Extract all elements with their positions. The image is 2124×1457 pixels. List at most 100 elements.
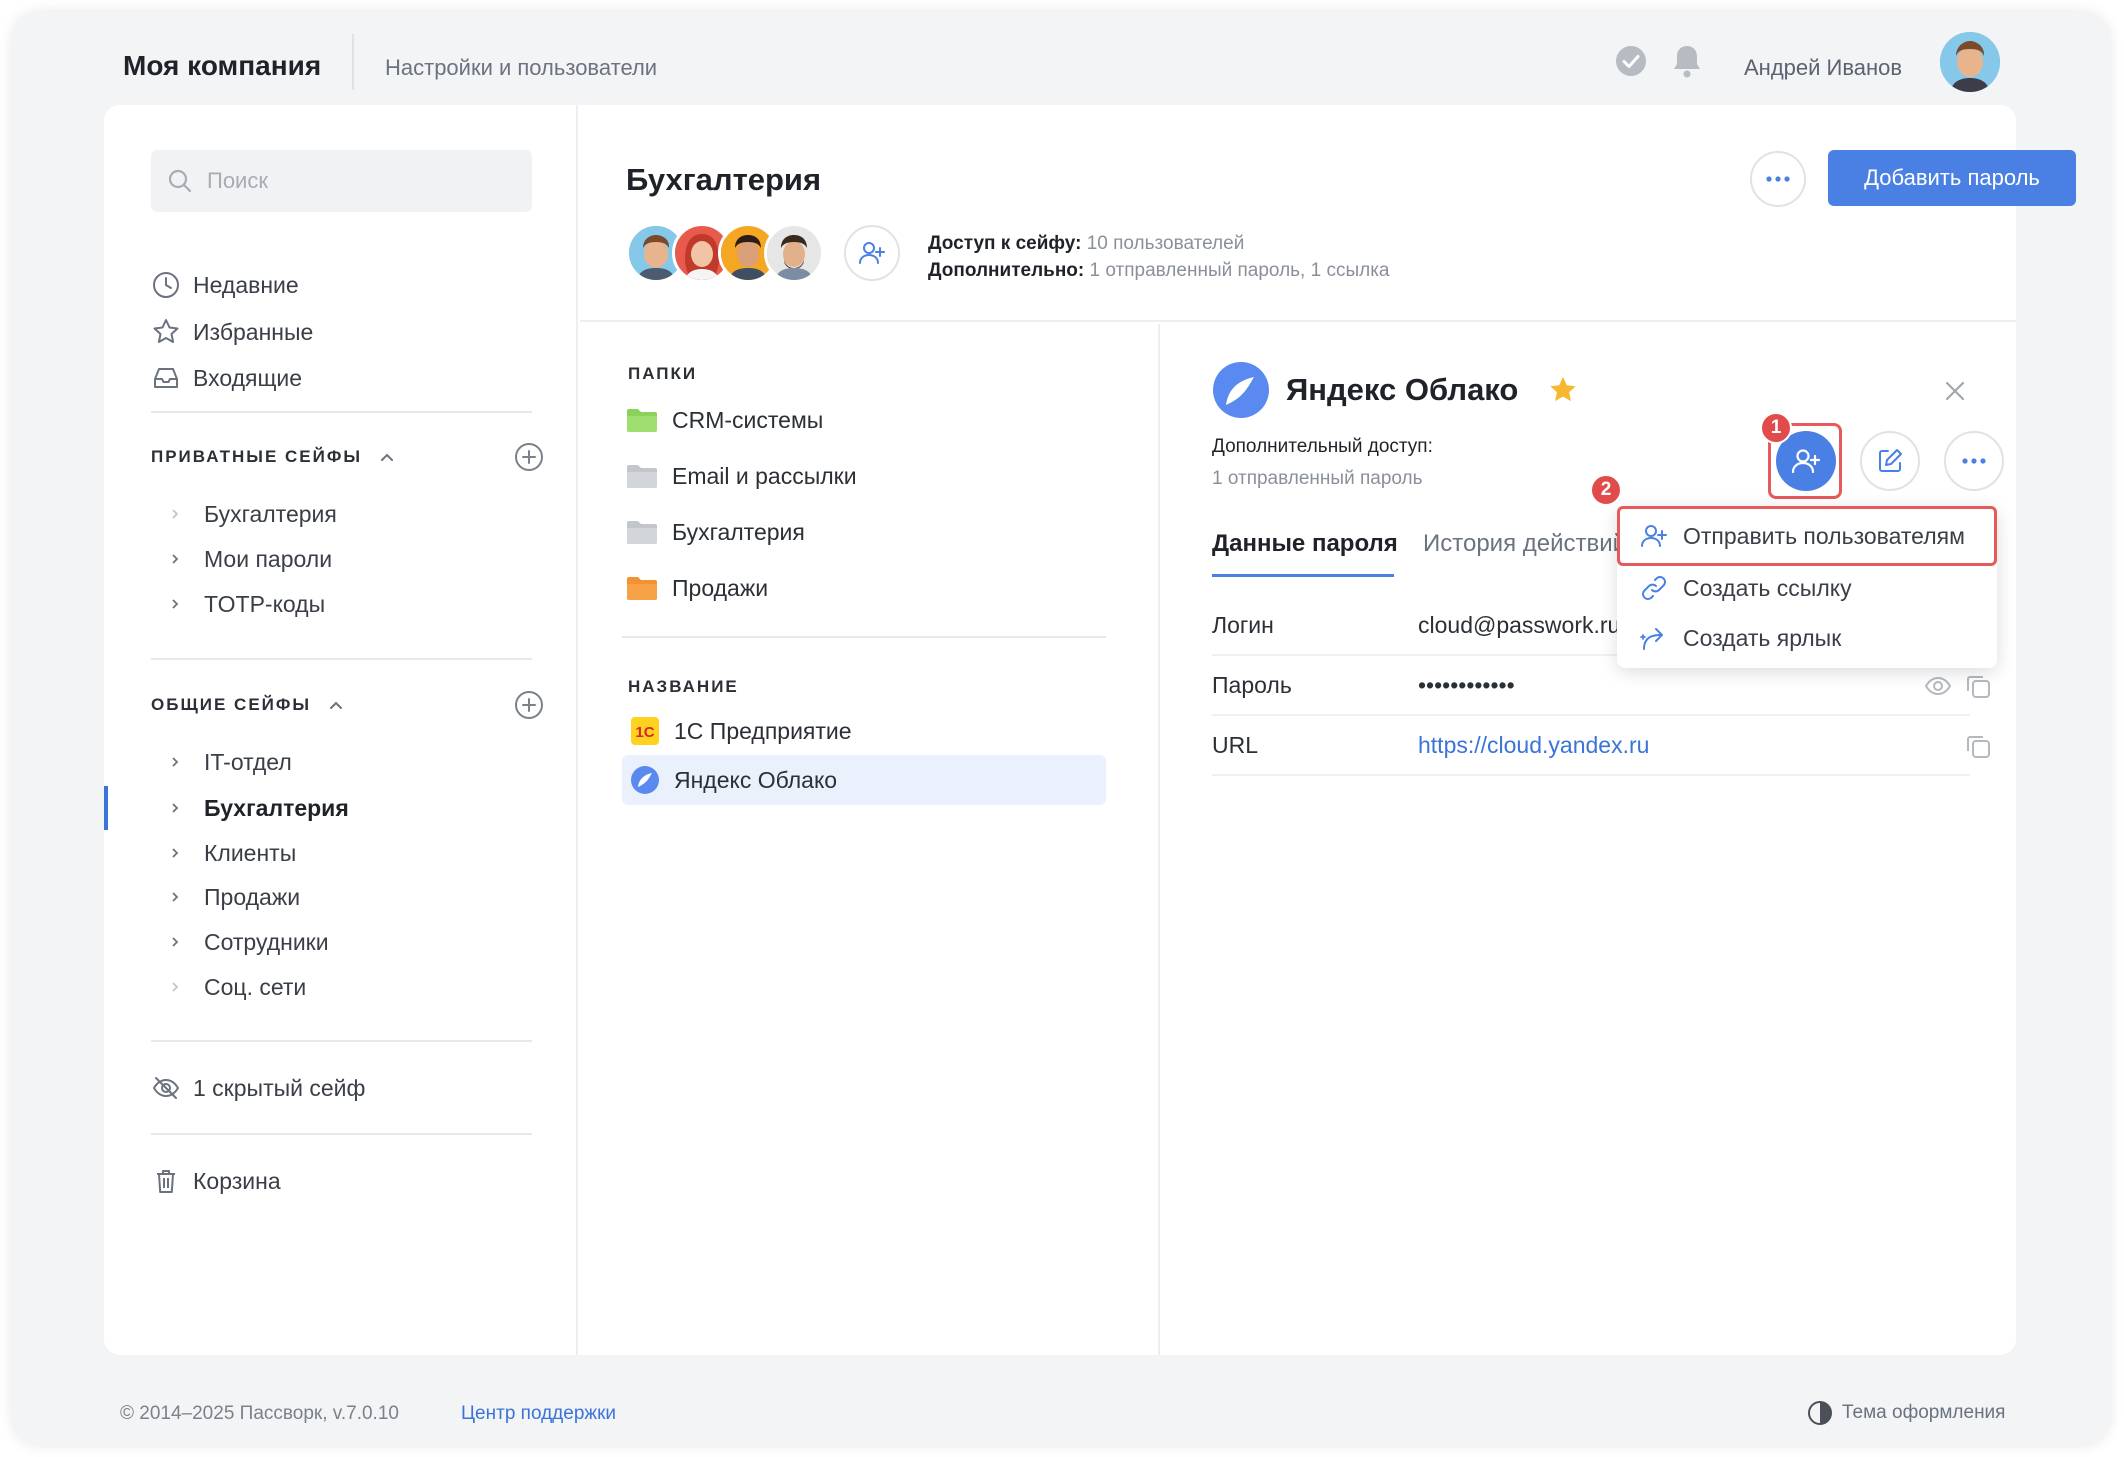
folder-item[interactable]: Продажи (626, 568, 768, 608)
menu-item-create-link[interactable]: Создать ссылку (1617, 562, 1997, 614)
hidden-vaults-item[interactable]: 1 скрытый сейф (151, 1068, 365, 1108)
add-member-button[interactable] (844, 225, 900, 281)
tab-underline (1212, 574, 1394, 577)
member-avatar (764, 223, 824, 283)
main-card: Недавние Избранные Входящие ПРИВАТНЫЕ СЕ… (104, 105, 2076, 1355)
chevron-right-icon (172, 848, 179, 858)
user-plus-icon (1641, 525, 1667, 547)
nav-recent[interactable]: Недавние (151, 265, 299, 305)
password-entry[interactable]: 1C 1С Предприятие (622, 706, 1106, 756)
eye-icon[interactable] (1924, 672, 1952, 700)
chevron-right-icon (172, 803, 179, 813)
private-vault-item[interactable]: Мои пароли (168, 539, 332, 579)
chevron-up-icon (381, 453, 393, 461)
edit-icon (1879, 449, 1902, 472)
shared-vault-item[interactable]: Продажи (168, 877, 300, 917)
shared-vault-item[interactable]: Соц. сети (168, 967, 306, 1007)
check-circle-icon[interactable] (1614, 44, 1648, 78)
private-vault-label: TOTP-коды (204, 590, 326, 617)
field-value[interactable]: •••••••••••• (1418, 672, 1515, 699)
add-password-button[interactable]: Добавить пароль (1828, 150, 2076, 206)
nav-favorites[interactable]: Избранные (151, 312, 313, 352)
step-badge: 1 (1760, 412, 1792, 444)
vault-access-value: 10 пользователей (1086, 233, 1245, 254)
folder-icon (627, 465, 657, 488)
avatar-image (1940, 32, 2000, 92)
theme-label: Тема оформления (1842, 1402, 2006, 1423)
private-vaults-title: ПРИВАТНЫЕ СЕЙФЫ (151, 447, 362, 466)
entries-label: НАЗВАНИЕ (628, 677, 739, 696)
copyright: © 2014–2025 Пассворк, v.7.0.10 (120, 1403, 399, 1424)
trash-item[interactable]: Корзина (151, 1161, 281, 1201)
nav-inbox[interactable]: Входящие (151, 358, 302, 398)
clock-icon (153, 272, 179, 298)
vault-extra-value: 1 отправленный пароль, 1 ссылка (1089, 260, 1390, 281)
field-key: Пароль (1212, 672, 1292, 698)
private-vault-item[interactable]: TOTP-коды (168, 584, 325, 624)
vault-access-label: Доступ к сейфу: (928, 233, 1082, 254)
folder-item[interactable]: Email и рассылки (626, 456, 857, 496)
vault-more-button[interactable] (1750, 151, 1806, 207)
folder-label: Продажи (672, 574, 769, 601)
user-name[interactable]: Андрей Иванов (1744, 55, 1902, 81)
entry-more-button[interactable] (1944, 431, 2004, 491)
field-value-link[interactable]: https://cloud.yandex.ru (1418, 732, 1649, 759)
copy-icon[interactable] (1964, 732, 1992, 760)
trash-label: Корзина (193, 1167, 281, 1194)
edit-button[interactable] (1860, 431, 1920, 491)
menu-item-create-shortcut[interactable]: Создать ярлык (1617, 612, 1997, 664)
star-filled-icon[interactable] (1547, 374, 1579, 406)
support-link[interactable]: Центр поддержки (461, 1403, 616, 1425)
private-vaults-header[interactable]: ПРИВАТНЫЕ СЕЙФЫ (151, 439, 396, 475)
shared-vault-item[interactable]: Клиенты (168, 833, 296, 873)
vault-access-line: Доступ к сейфу: 10 пользователей (928, 233, 1244, 255)
top-divider (352, 34, 354, 90)
folder-item[interactable]: CRM-системы (626, 400, 823, 440)
detail-panel: Яндекс Облако Дополнительный доступ: 1 о… (1162, 324, 2016, 1355)
close-icon[interactable] (1942, 378, 1968, 404)
vault-title: Бухгалтерия (626, 162, 822, 197)
user-avatar[interactable] (1940, 32, 2000, 92)
menu-item-send-to-users[interactable]: Отправить пользователям (1617, 510, 1997, 562)
field-value[interactable]: cloud@passwork.ru (1418, 612, 1620, 639)
search-box[interactable] (151, 150, 532, 212)
shared-vault-label: Клиенты (204, 839, 297, 866)
theme-toggle[interactable]: Тема оформления (1806, 1398, 2005, 1428)
chevron-right-icon (172, 554, 179, 564)
chevron-right-icon (172, 937, 179, 947)
yandex-cloud-icon (1213, 362, 1269, 418)
shared-vaults-title: ОБЩИЕ СЕЙФЫ (151, 695, 312, 714)
bell-icon[interactable] (1669, 42, 1705, 80)
trash-icon (157, 1170, 175, 1193)
shared-vault-item[interactable]: IT-отдел (168, 742, 292, 782)
folder-icon (627, 409, 657, 432)
folder-label: Email и рассылки (672, 462, 857, 489)
folder-item[interactable]: Бухгалтерия (626, 512, 805, 552)
search-input[interactable] (207, 150, 517, 212)
copy-icon[interactable] (1964, 672, 1992, 700)
user-plus-icon (859, 242, 885, 264)
folder-label: CRM-системы (672, 406, 824, 433)
user-plus-icon (1791, 449, 1821, 474)
company-name[interactable]: Моя компания (123, 50, 321, 82)
tab-password-data[interactable]: Данные пароля (1212, 530, 1398, 558)
shared-vault-label: Бухгалтерия (204, 794, 349, 821)
shared-vault-item[interactable]: Сотрудники (168, 922, 329, 962)
share-dropdown-menu: Отправить пользователям Создать ссылку С… (1617, 506, 1997, 668)
shared-vaults-header[interactable]: ОБЩИЕ СЕЙФЫ (151, 687, 345, 723)
folder-icon (627, 577, 657, 600)
chevron-up-icon (330, 701, 343, 709)
tab-history[interactable]: История действий (1423, 530, 1623, 558)
nav-favorites-label: Избранные (193, 318, 314, 345)
nav-inbox-label: Входящие (193, 364, 303, 391)
add-shared-vault-icon[interactable] (514, 690, 544, 720)
private-vault-item[interactable]: Бухгалтерия (168, 494, 337, 534)
active-indicator (104, 786, 108, 830)
top-bar: Моя компания Настройки и пользователи Ан… (12, 12, 2110, 117)
add-private-vault-icon[interactable] (514, 442, 544, 472)
password-entry-selected[interactable]: Яндекс Облако (622, 755, 1106, 805)
sidebar-divider (151, 658, 532, 660)
entry-label: Яндекс Облако (674, 766, 838, 793)
shared-vault-item-active[interactable]: Бухгалтерия (168, 788, 349, 828)
settings-link[interactable]: Настройки и пользователи (385, 55, 657, 81)
